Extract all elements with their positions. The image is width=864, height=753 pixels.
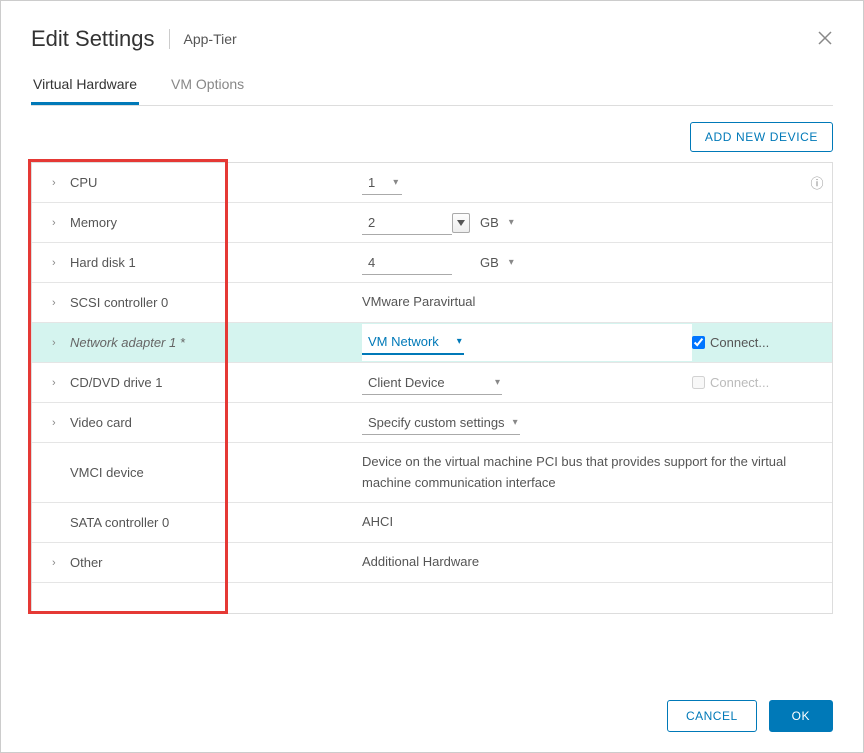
row-label-cddvd: CD/DVD drive 1	[70, 375, 162, 390]
header-left: Edit Settings App-Tier	[31, 26, 237, 52]
cancel-button[interactable]: CANCEL	[667, 700, 757, 732]
row-label-scsi: SCSI controller 0	[70, 295, 168, 310]
chevron-down-icon: ▾	[509, 217, 514, 228]
chevron-right-icon[interactable]: ›	[52, 337, 62, 349]
chevron-down-icon: ▾	[513, 417, 518, 428]
hdd-unit-value: GB	[480, 255, 499, 270]
scsi-value: VMware Paravirtual	[362, 292, 495, 313]
row-label-cpu: CPU	[70, 175, 97, 190]
hardware-table: › CPU 1 ▾ ⓘ › Memory G	[31, 162, 833, 614]
edit-settings-modal: Edit Settings App-Tier Virtual Hardware …	[1, 1, 863, 752]
row-label-memory: Memory	[70, 215, 117, 230]
memory-size-input[interactable]	[362, 211, 452, 235]
chevron-down-icon: ▾	[393, 177, 398, 188]
chevron-right-icon[interactable]: ›	[52, 557, 62, 569]
chevron-down-icon: ▾	[457, 336, 462, 347]
memory-unit-select[interactable]: GB ▾	[476, 213, 518, 232]
hdd-size-input[interactable]	[362, 251, 452, 275]
cpu-count-select[interactable]: 1 ▾	[362, 171, 402, 195]
top-actions: ADD NEW DEVICE	[31, 122, 833, 152]
modal-footer: CANCEL OK	[31, 680, 833, 732]
row-label-video: Video card	[70, 415, 132, 430]
chevron-down-icon: ▾	[509, 257, 514, 268]
page-title: Edit Settings	[31, 26, 155, 52]
hdd-unit-select[interactable]: GB ▾	[476, 253, 518, 272]
row-sata: › SATA controller 0 AHCI	[32, 503, 832, 543]
chevron-right-icon[interactable]: ›	[52, 217, 62, 229]
row-memory: › Memory GB ▾	[32, 203, 832, 243]
cddvd-connect-checkbox	[692, 376, 705, 389]
row-other: › Other Additional Hardware	[32, 543, 832, 583]
row-spacer	[32, 583, 832, 613]
page-subtitle: App-Tier	[184, 31, 237, 47]
net-connect-label: Connect...	[710, 335, 769, 350]
row-label-vmci: VMCI device	[70, 465, 144, 480]
tab-bar: Virtual Hardware VM Options	[31, 70, 833, 106]
vmci-value: Device on the virtual machine PCI bus th…	[362, 452, 832, 494]
row-scsi: › SCSI controller 0 VMware Paravirtual	[32, 283, 832, 323]
row-video-card: › Video card Specify custom settings ▾	[32, 403, 832, 443]
ok-button[interactable]: OK	[769, 700, 833, 732]
sata-value: AHCI	[362, 512, 413, 533]
row-hard-disk: › Hard disk 1 GB ▾	[32, 243, 832, 283]
tab-virtual-hardware[interactable]: Virtual Hardware	[31, 70, 139, 105]
chevron-right-icon[interactable]: ›	[52, 257, 62, 269]
video-value: Specify custom settings	[368, 415, 505, 430]
row-cpu: › CPU 1 ▾ ⓘ	[32, 163, 832, 203]
row-network-adapter: › Network adapter 1 * VM Network ▾ Conne…	[32, 323, 832, 363]
row-cddvd: › CD/DVD drive 1 Client Device ▾ Connect…	[32, 363, 832, 403]
cddvd-select[interactable]: Client Device ▾	[362, 371, 502, 395]
video-select[interactable]: Specify custom settings ▾	[362, 411, 520, 435]
chevron-right-icon[interactable]: ›	[52, 417, 62, 429]
cddvd-connect-label: Connect...	[710, 375, 769, 390]
tab-vm-options[interactable]: VM Options	[169, 70, 246, 105]
net-connect-checkbox[interactable]	[692, 336, 705, 349]
cpu-count-value: 1	[368, 175, 375, 190]
chevron-right-icon[interactable]: ›	[52, 177, 62, 189]
row-label-other: Other	[70, 555, 103, 570]
chevron-right-icon[interactable]: ›	[52, 377, 62, 389]
chevron-down-icon: ▾	[495, 377, 500, 388]
cddvd-value: Client Device	[368, 375, 445, 390]
row-label-net: Network adapter 1 *	[70, 335, 185, 350]
row-vmci: › VMCI device Device on the virtual mach…	[32, 443, 832, 503]
chevron-right-icon[interactable]: ›	[52, 297, 62, 309]
add-new-device-button[interactable]: ADD NEW DEVICE	[690, 122, 833, 152]
row-label-sata: SATA controller 0	[70, 515, 169, 530]
close-icon[interactable]	[817, 28, 833, 50]
memory-stepper[interactable]	[452, 213, 470, 233]
title-divider	[169, 29, 170, 49]
network-select[interactable]: VM Network ▾	[362, 330, 464, 355]
memory-unit-value: GB	[480, 215, 499, 230]
modal-header: Edit Settings App-Tier	[31, 26, 833, 52]
network-value: VM Network	[368, 334, 439, 349]
row-label-hdd: Hard disk 1	[70, 255, 136, 270]
info-icon[interactable]: ⓘ	[802, 173, 832, 192]
other-value: Additional Hardware	[362, 552, 499, 573]
